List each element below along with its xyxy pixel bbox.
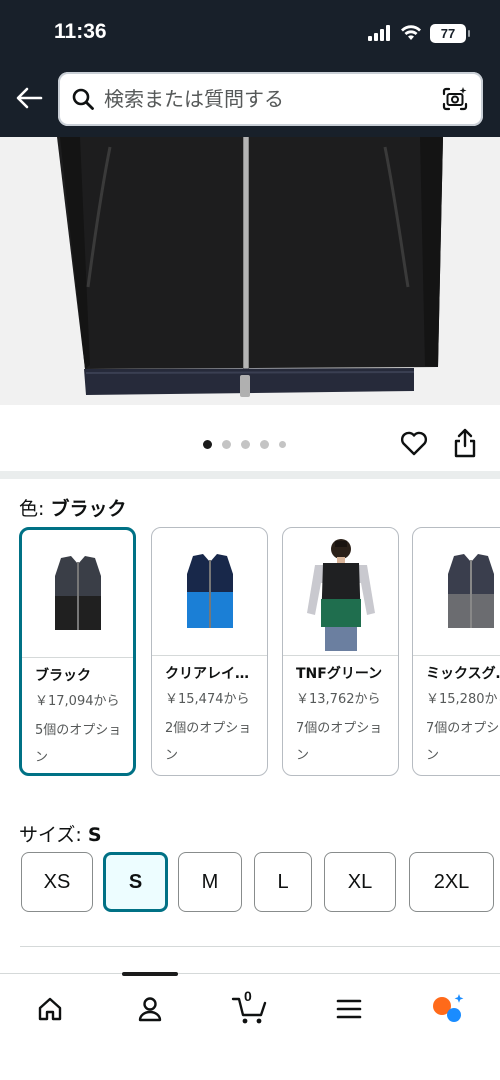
top-bar: 11:36 77 [0,0,500,137]
swatch-name: ミックスグ… [426,666,500,682]
product-photo [0,137,500,405]
size-button-m[interactable]: M [178,852,242,912]
status-icons: 77 [368,22,470,44]
carousel-dot[interactable] [260,440,269,449]
swatch-price: ￥17,094から [35,694,120,709]
swatch-name: クリアレイ… [165,666,249,682]
image-controls [0,405,500,471]
swatch-options: 7個のオプション [296,721,383,763]
color-swatch-mix-grey[interactable]: ミックスグ… ￥15,280から 7個のオプション [412,527,500,776]
size-button-l[interactable]: L [254,852,312,912]
divider [20,946,500,947]
nav-menu[interactable] [329,991,369,1027]
signal-icon [368,25,390,41]
section-divider [0,471,500,479]
size-label: サイズ: [19,824,88,846]
size-button-xs[interactable]: XS [21,852,93,912]
swatch-image [413,528,500,655]
nav-rufus[interactable] [428,991,468,1027]
nav-cart[interactable]: 0 [229,988,271,1027]
camera-search-icon[interactable] [441,85,469,113]
account-icon [138,997,162,1022]
battery-indicator: 77 [430,23,470,43]
color-swatch-black[interactable]: ブラック ￥17,094から 5個のオプション [19,527,136,776]
heart-icon[interactable] [399,428,429,458]
color-swatch-clear-lake[interactable]: クリアレイ… ￥15,474から 2個のオプション [151,527,268,776]
swatch-name: ブラック [35,668,91,684]
carousel-dot[interactable] [203,440,212,449]
search-input[interactable] [104,86,424,112]
size-button-2xl[interactable]: 2XL [409,852,494,912]
swatch-image [22,530,133,657]
product-image[interactable] [0,137,500,405]
home-icon [38,997,62,1021]
color-heading: 色: ブラック [19,494,126,521]
swatch-price: ￥15,280から [426,692,500,707]
nav-active-indicator [122,972,178,976]
swatch-options: 7個のオプション [426,721,500,763]
color-label: 色: [19,498,51,520]
swatch-name: TNFグリーン [296,666,383,682]
carousel-dots[interactable] [203,440,286,449]
share-icon[interactable] [452,427,478,459]
back-button[interactable] [12,80,46,116]
color-swatch-row: ブラック ￥17,094から 5個のオプション クリアレイ… ￥15,474から… [19,527,500,779]
nav-home[interactable] [30,991,70,1027]
size-selected-value: S [87,824,102,846]
wifi-icon [401,25,421,40]
status-time: 11:36 [54,20,107,43]
nav-account[interactable] [130,991,170,1027]
back-arrow-icon [16,87,43,109]
swatch-price: ￥13,762から [296,692,381,707]
search-icon [72,88,94,110]
swatch-image [152,528,267,655]
swatch-options: 5個のオプション [35,723,122,765]
swatch-price: ￥15,474から [165,692,250,707]
carousel-dot[interactable] [222,440,231,449]
swatch-options: 2個のオプション [165,721,252,763]
menu-icon [336,999,362,1019]
color-swatch-tnf-green[interactable]: TNFグリーン ￥13,762から 7個のオプション [282,527,399,776]
color-selected-value: ブラック [50,498,127,520]
swatch-image [283,528,398,655]
bottom-nav: 0 [0,972,500,1080]
search-bar[interactable] [58,72,483,126]
size-button-s[interactable]: S [103,852,168,912]
carousel-dot[interactable] [279,441,286,448]
rufus-ai-icon [433,994,464,1022]
size-button-xl[interactable]: XL [324,852,396,912]
size-heading: サイズ: S [19,820,102,847]
carousel-dot[interactable] [241,440,250,449]
cart-count: 0 [244,988,252,1004]
